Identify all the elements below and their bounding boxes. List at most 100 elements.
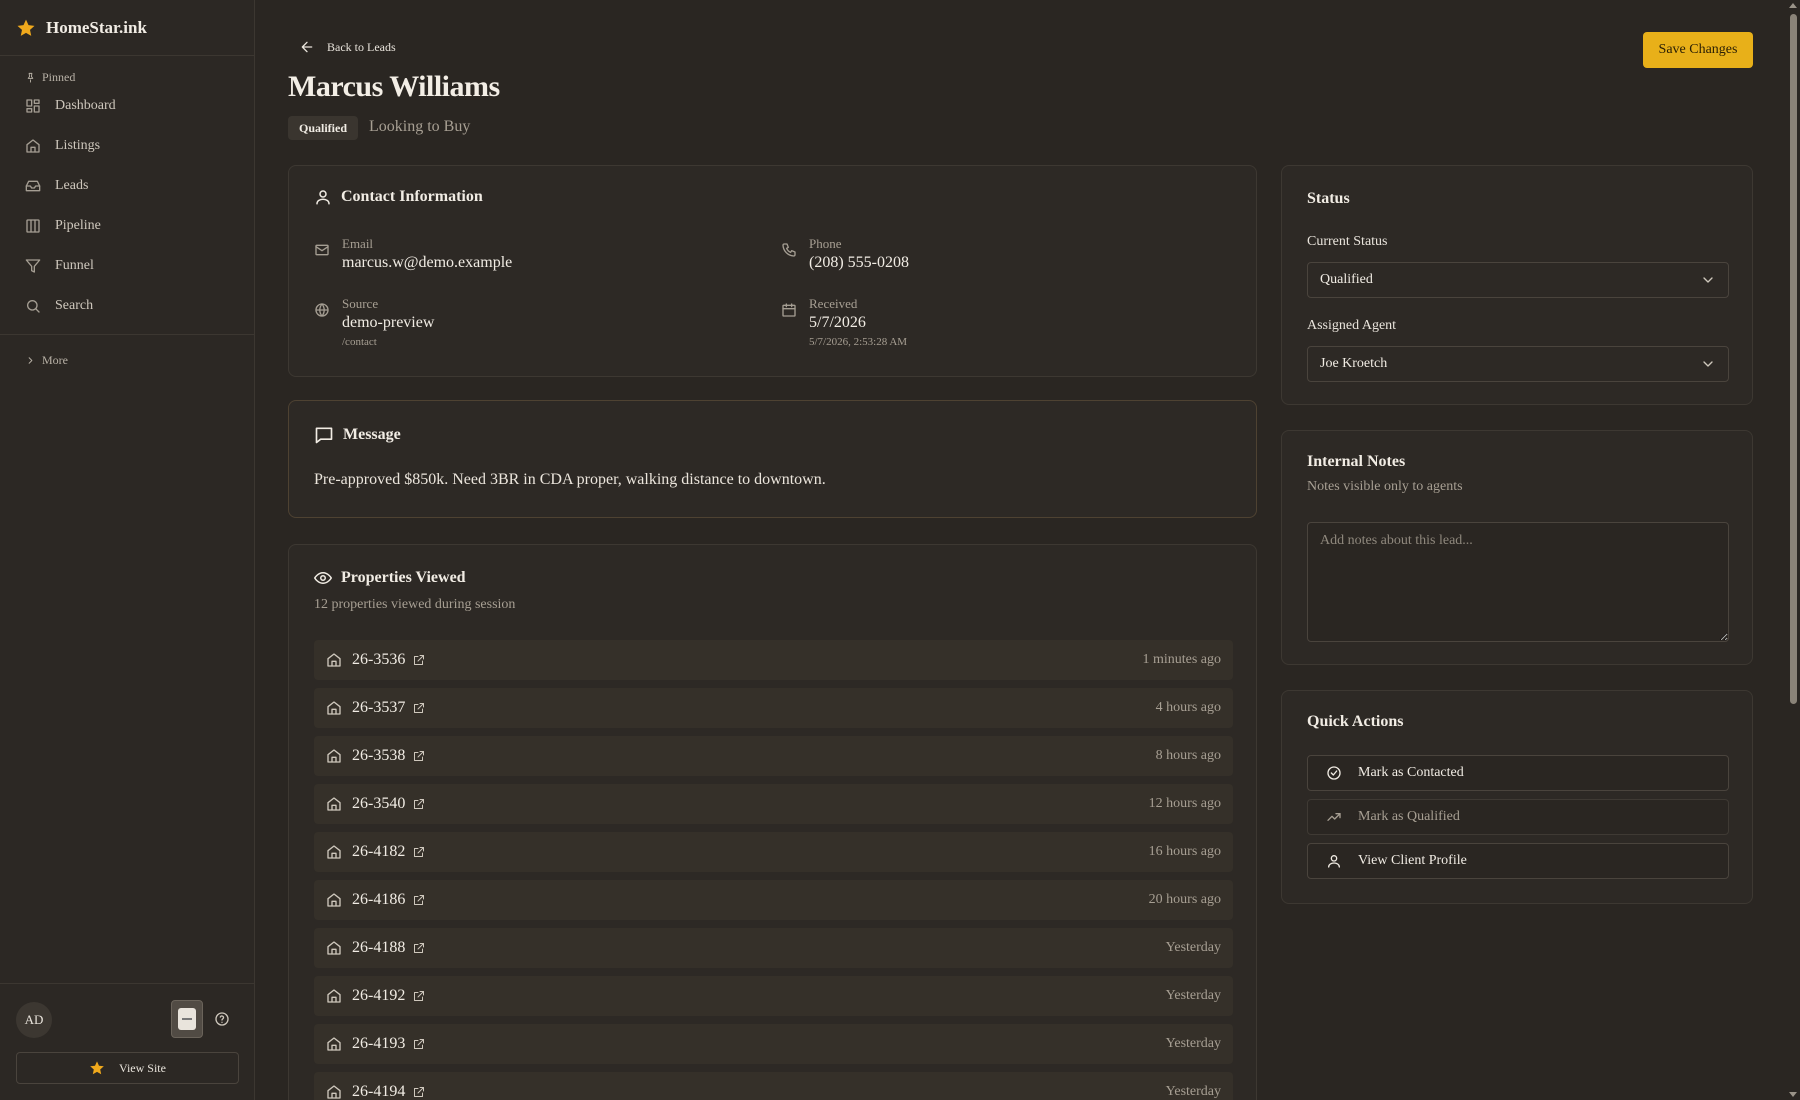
external-link-icon[interactable] (413, 1086, 425, 1098)
avatar[interactable]: AD (16, 1002, 52, 1038)
external-link-icon[interactable] (413, 894, 425, 906)
email-value[interactable]: marcus.w@demo.example (342, 254, 512, 272)
home-icon (327, 653, 341, 667)
back-to-leads-link[interactable]: Back to Leads (299, 39, 396, 55)
user-icon (316, 190, 330, 205)
scrollbar-thumb[interactable] (1790, 14, 1797, 704)
property-id[interactable]: 26-3536 (352, 651, 405, 669)
property-id[interactable]: 26-4194 (352, 1083, 405, 1100)
viewed-time: 20 hours ago (1148, 892, 1221, 907)
sidebar-item-label: Leads (55, 178, 89, 193)
home-icon (327, 989, 341, 1003)
source-field: Source demo-preview /contact (314, 296, 434, 348)
view-profile-label: View Client Profile (1358, 853, 1467, 868)
assigned-agent-value: Joe Kroetch (1320, 356, 1388, 371)
property-row[interactable]: 26-4188 Yesterday (314, 928, 1233, 968)
mark-as-qualified-button[interactable]: Mark as Qualified (1307, 799, 1729, 835)
sidebar-item-search[interactable]: Search (0, 286, 254, 326)
properties-viewed-card: Properties Viewed 12 properties viewed d… (288, 544, 1257, 1100)
brand[interactable]: HomeStar.ink (0, 0, 254, 56)
external-link-icon[interactable] (413, 990, 425, 1002)
home-icon (327, 749, 341, 763)
phone-value[interactable]: (208) 555-0208 (809, 254, 909, 272)
sidebar-item-dashboard[interactable]: Dashboard (0, 86, 254, 126)
quick-actions-title: Quick Actions (1307, 713, 1404, 730)
contact-information-card: Contact Information Email marcus.w@demo.… (288, 165, 1257, 377)
quick-actions-card: Quick Actions Mark as Contacted Mark as … (1281, 690, 1753, 904)
external-link-icon[interactable] (413, 750, 425, 762)
sidebar-item-label: Dashboard (55, 98, 116, 113)
columns-icon (26, 219, 40, 233)
pin-icon (27, 72, 34, 83)
sidebar-item-listings[interactable]: Listings (0, 126, 254, 166)
property-row[interactable]: 26-3538 8 hours ago (314, 736, 1233, 776)
external-link-icon[interactable] (413, 702, 425, 714)
help-circle-icon[interactable] (214, 1011, 230, 1027)
page-scrollbar[interactable] (1786, 0, 1800, 1100)
notes-title: Internal Notes (1307, 453, 1406, 470)
sidebar-item-pipeline[interactable]: Pipeline (0, 206, 254, 246)
current-status-label: Current Status (1307, 234, 1388, 249)
message-card: Message Pre-approved $850k. Need 3BR in … (288, 400, 1257, 518)
viewed-time: Yesterday (1165, 988, 1221, 1003)
property-id[interactable]: 26-4186 (352, 891, 405, 909)
home-icon (327, 893, 341, 907)
save-changes-button[interactable]: Save Changes (1643, 32, 1753, 68)
toggle-knob (178, 1008, 196, 1030)
notes-subtitle: Notes visible only to agents (1307, 479, 1463, 494)
external-link-icon[interactable] (413, 1038, 425, 1050)
view-site-button[interactable]: View Site (16, 1052, 239, 1084)
sidebar-item-leads[interactable]: Leads (0, 166, 254, 206)
sidebar-more-toggle[interactable]: More (0, 343, 254, 377)
phone-label: Phone (809, 236, 842, 251)
theme-toggle[interactable] (171, 1000, 203, 1038)
sidebar-item-label: Listings (55, 138, 101, 153)
message-title: Message (343, 426, 401, 443)
pinned-label: Pinned (42, 69, 76, 84)
current-status-value: Qualified (1320, 272, 1373, 287)
property-id[interactable]: 26-4188 (352, 939, 405, 957)
status-badge: Qualified (288, 116, 359, 140)
property-id[interactable]: 26-3538 (352, 747, 405, 765)
properties-list: 26-3536 1 minutes ago 26-3537 4 hours ago 26… (314, 640, 1233, 1100)
property-row[interactable]: 26-3540 12 hours ago (314, 784, 1233, 824)
home-icon (327, 1085, 341, 1099)
property-row[interactable]: 26-4193 Yesterday (314, 1024, 1233, 1064)
trending-up-icon (1327, 813, 1341, 821)
property-id[interactable]: 26-3540 (352, 795, 405, 813)
status-card: Status Current Status Qualified Assigned… (1281, 165, 1753, 405)
property-id[interactable]: 26-4193 (352, 1035, 405, 1053)
email-label: Email (342, 236, 374, 251)
property-row[interactable]: 26-3536 1 minutes ago (314, 640, 1233, 680)
home-icon (327, 845, 341, 859)
property-id[interactable]: 26-4182 (352, 843, 405, 861)
viewed-time: 1 minutes ago (1142, 652, 1221, 667)
source-path: /contact (342, 336, 377, 348)
assigned-agent-select[interactable]: Joe Kroetch (1307, 346, 1729, 382)
internal-notes-card: Internal Notes Notes visible only to age… (1281, 430, 1753, 665)
home-icon (327, 701, 341, 715)
property-id[interactable]: 26-3537 (352, 699, 405, 717)
scroll-down-arrow[interactable] (1789, 1092, 1797, 1097)
scroll-up-arrow[interactable] (1789, 3, 1797, 8)
current-status-select[interactable]: Qualified (1307, 262, 1729, 298)
external-link-icon[interactable] (413, 942, 425, 954)
home-icon (327, 941, 341, 955)
property-row[interactable]: 26-4194 Yesterday (314, 1072, 1233, 1100)
external-link-icon[interactable] (413, 654, 425, 666)
external-link-icon[interactable] (413, 846, 425, 858)
properties-title: Properties Viewed (341, 569, 466, 586)
mark-as-contacted-button[interactable]: Mark as Contacted (1307, 755, 1729, 791)
view-client-profile-button[interactable]: View Client Profile (1307, 843, 1729, 879)
home-icon (327, 1037, 341, 1051)
notes-textarea[interactable] (1307, 522, 1729, 642)
property-row[interactable]: 26-3537 4 hours ago (314, 688, 1233, 728)
property-row[interactable]: 26-4182 16 hours ago (314, 832, 1233, 872)
dashboard-icon (26, 99, 40, 113)
property-row[interactable]: 26-4186 20 hours ago (314, 880, 1233, 920)
external-link-icon[interactable] (413, 798, 425, 810)
card-title: Contact Information (314, 188, 483, 206)
sidebar-item-funnel[interactable]: Funnel (0, 246, 254, 286)
property-row[interactable]: 26-4192 Yesterday (314, 976, 1233, 1016)
property-id[interactable]: 26-4192 (352, 987, 405, 1005)
